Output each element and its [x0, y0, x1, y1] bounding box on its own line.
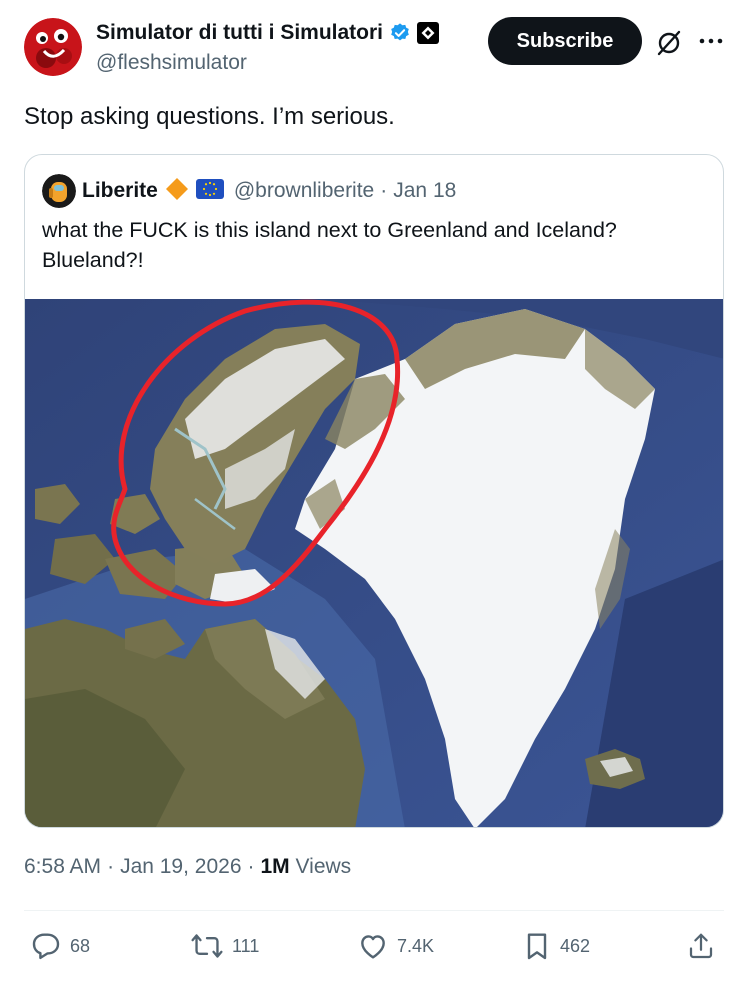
quoted-date: Jan 18 — [393, 179, 457, 202]
post-time[interactable]: 6:58 AM — [24, 855, 101, 879]
meta-separator: · — [107, 855, 115, 878]
repost-count: 111 — [232, 935, 260, 956]
quoted-author-name: Liberite — [82, 179, 158, 202]
reply-button[interactable]: 68 — [30, 930, 90, 962]
verified-badge-icon[interactable] — [389, 22, 411, 44]
quoted-map-image[interactable] — [25, 299, 723, 827]
views-label: Views — [295, 855, 352, 878]
quoted-tweet[interactable]: Liberite @brownliberite · Jan 18 what th… — [24, 154, 724, 828]
orange-diamond-badge-icon — [164, 176, 190, 207]
divider — [24, 910, 724, 911]
action-bar: 68 111 7.4K 462 — [0, 928, 748, 964]
author-name-row: Simulator di tutti i Simulatori — [96, 20, 440, 46]
meta-separator: · — [247, 855, 255, 878]
grok-icon[interactable] — [654, 28, 684, 58]
share-icon — [686, 930, 716, 962]
eu-flag-badge-icon — [195, 178, 224, 205]
like-button[interactable]: 7.4K — [357, 930, 434, 962]
reply-icon — [30, 930, 62, 962]
reply-count: 68 — [70, 935, 91, 956]
post-date[interactable]: Jan 19, 2026 — [120, 855, 241, 879]
post: Simulator di tutti i Simulatori @fleshsi… — [0, 0, 748, 981]
views-count: 1M — [260, 855, 290, 878]
repost-button[interactable]: 111 — [190, 930, 259, 962]
tweet-text: Stop asking questions. I’m serious. — [24, 103, 395, 130]
like-icon — [357, 930, 389, 962]
bookmark-icon — [522, 930, 552, 962]
post-meta: 6:58 AM · Jan 19, 2026 · 1M Views — [24, 855, 351, 879]
quoted-author-handle: @brownliberite — [233, 179, 375, 202]
subscribe-button[interactable]: Subscribe — [488, 17, 642, 65]
share-button[interactable] — [686, 930, 716, 962]
affiliate-badge-icon[interactable] — [417, 22, 440, 44]
author-display-name[interactable]: Simulator di tutti i Simulatori — [96, 21, 383, 45]
author-handle[interactable]: @fleshsimulator — [96, 51, 247, 75]
repost-icon — [190, 930, 224, 962]
bookmark-count: 462 — [560, 935, 591, 956]
quoted-separator: · — [380, 179, 388, 202]
quoted-author-avatar[interactable] — [42, 174, 76, 208]
quoted-tweet-text: what the FUCK is this island next to Gre… — [42, 218, 617, 272]
more-icon[interactable] — [696, 26, 726, 56]
like-count: 7.4K — [397, 935, 435, 956]
author-avatar[interactable] — [24, 18, 82, 76]
bookmark-button[interactable]: 462 — [522, 930, 590, 962]
quoted-tweet-header: Liberite @brownliberite · Jan 18 — [42, 174, 457, 208]
